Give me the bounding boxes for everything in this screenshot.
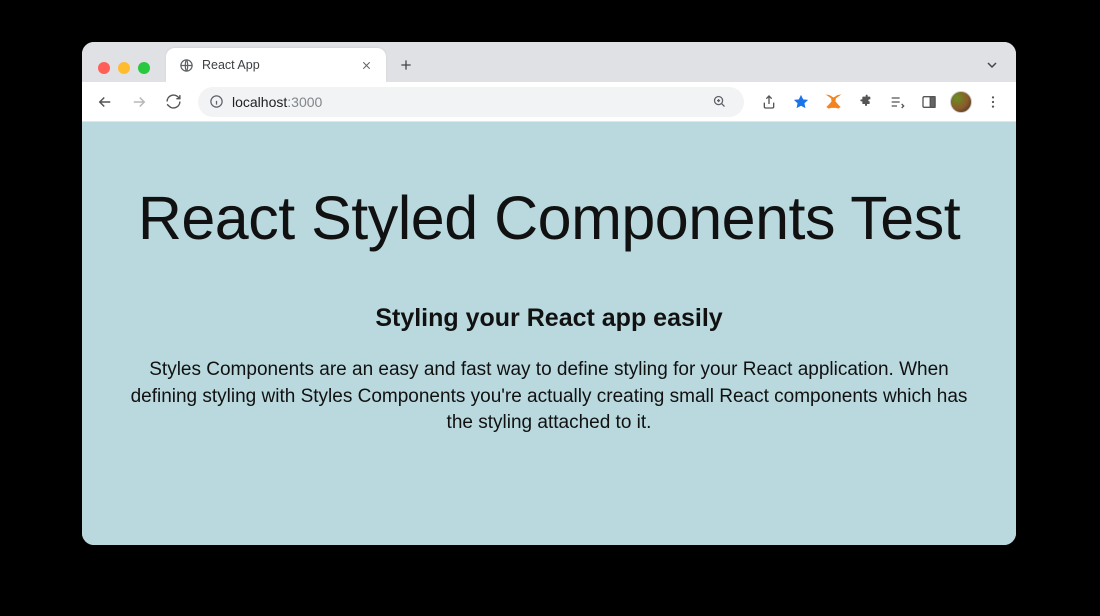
reading-list-icon[interactable] (882, 87, 912, 117)
page-body-text: Styles Components are an easy and fast w… (129, 357, 969, 437)
extensions-icon[interactable] (850, 87, 880, 117)
window-close-button[interactable] (98, 62, 110, 74)
profile-avatar[interactable] (946, 87, 976, 117)
menu-button[interactable] (978, 87, 1008, 117)
zoom-icon[interactable] (704, 87, 734, 117)
window-controls (94, 54, 166, 82)
site-info-icon[interactable] (208, 94, 224, 110)
url-host: localhost (232, 94, 287, 110)
share-icon[interactable] (754, 87, 784, 117)
window-minimize-button[interactable] (118, 62, 130, 74)
forward-button[interactable] (124, 87, 154, 117)
back-button[interactable] (90, 87, 120, 117)
toolbar-right (754, 87, 1008, 117)
address-bar[interactable]: localhost:3000 (198, 87, 744, 117)
metamask-extension-icon[interactable] (818, 87, 848, 117)
new-tab-button[interactable] (392, 51, 420, 79)
globe-icon (178, 57, 194, 73)
tab-title: React App (202, 58, 350, 72)
browser-tab[interactable]: React App (166, 48, 386, 82)
toolbar: localhost:3000 (82, 82, 1016, 122)
url-text: localhost:3000 (232, 94, 322, 110)
tab-strip: React App (82, 42, 1016, 82)
tab-close-button[interactable] (358, 57, 374, 73)
side-panel-icon[interactable] (914, 87, 944, 117)
page-heading: React Styled Components Test (138, 186, 960, 250)
reload-button[interactable] (158, 87, 188, 117)
page-content: React Styled Components Test Styling you… (82, 122, 1016, 545)
bookmark-star-icon[interactable] (786, 87, 816, 117)
tab-overflow-button[interactable] (978, 51, 1006, 79)
page-subheading: Styling your React app easily (375, 304, 722, 333)
url-port: :3000 (287, 94, 322, 110)
browser-window: React App (82, 42, 1016, 545)
window-fullscreen-button[interactable] (138, 62, 150, 74)
